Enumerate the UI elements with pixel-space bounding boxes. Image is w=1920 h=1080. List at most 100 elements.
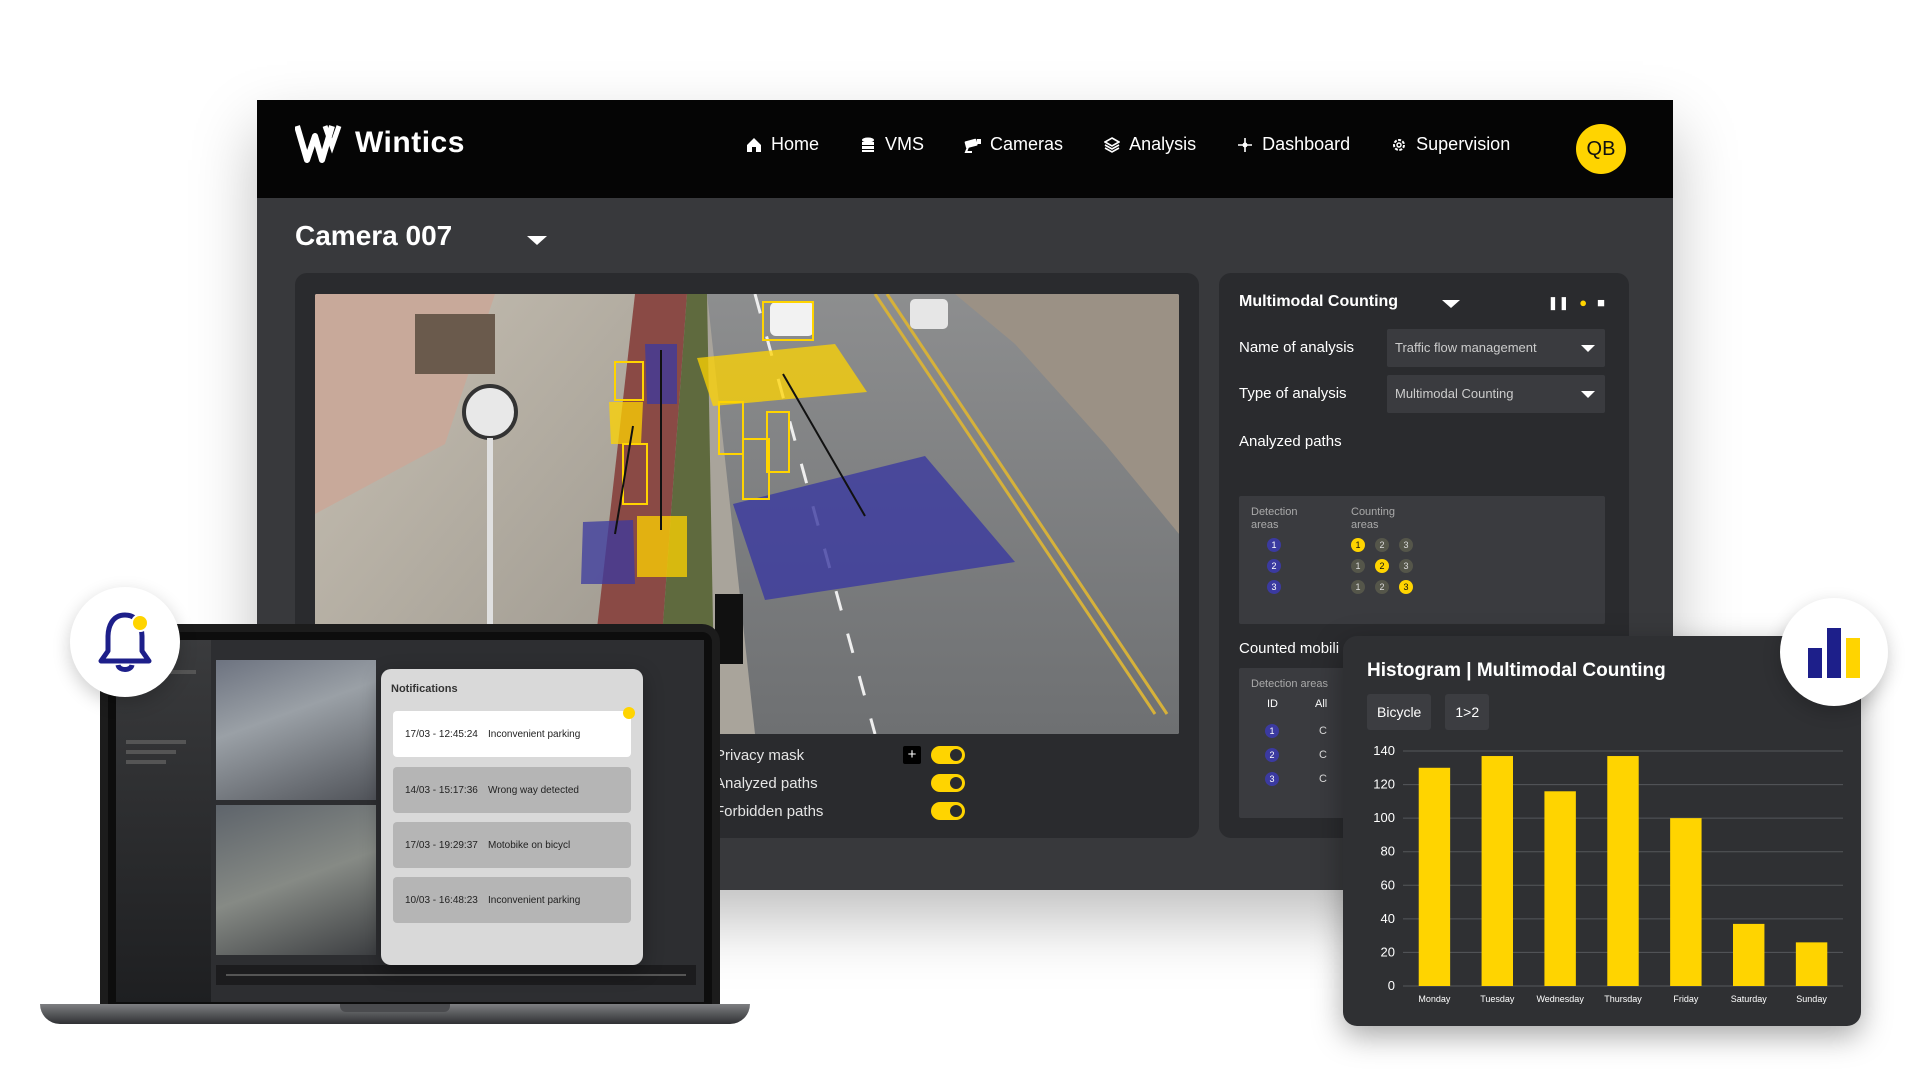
mob-row-value: C bbox=[1319, 725, 1327, 737]
bar-monday[interactable] bbox=[1418, 767, 1451, 986]
bell-icon bbox=[98, 612, 152, 672]
type-of-analysis-label: Type of analysis bbox=[1239, 385, 1347, 402]
nav-dashboard[interactable]: Dashboard bbox=[1236, 134, 1350, 155]
histogram-card: Histogram | Multimodal Counting Bicycle … bbox=[1343, 636, 1861, 1026]
mob-row-id: 2 bbox=[1265, 748, 1279, 762]
counting-area-toggle[interactable]: 2 bbox=[1375, 580, 1389, 594]
y-tick-label: 100 bbox=[1373, 810, 1395, 825]
y-tick-label: 120 bbox=[1373, 777, 1395, 792]
counting-area-toggle[interactable]: 2 bbox=[1375, 538, 1389, 552]
x-tick-label: Saturday bbox=[1731, 994, 1768, 1004]
bar-thursday[interactable] bbox=[1607, 756, 1639, 986]
privacy-mask-toggle[interactable] bbox=[931, 746, 965, 764]
x-tick-label: Friday bbox=[1673, 994, 1699, 1004]
overlay-toggles: Privacy mask + Analyzed paths Forbidden … bbox=[715, 741, 965, 825]
bar-chart-icon bbox=[1808, 628, 1860, 678]
laptop-camera-feed[interactable] bbox=[216, 660, 376, 800]
forbidden-paths-toggle[interactable] bbox=[931, 802, 965, 820]
database-icon bbox=[859, 136, 877, 154]
nav-analysis[interactable]: Analysis bbox=[1103, 134, 1196, 155]
main-nav: Home VMS Cameras Analysis Dashboard Supe… bbox=[745, 134, 1510, 155]
analyzed-paths-toggle[interactable] bbox=[931, 774, 965, 792]
laptop-notch bbox=[340, 1004, 450, 1012]
notification-time: 17/03 - 12:45:24 bbox=[405, 728, 478, 740]
dashboard-icon bbox=[1236, 136, 1254, 154]
chevron-down-icon bbox=[1581, 391, 1595, 398]
camera-icon bbox=[964, 136, 982, 154]
notification-time: 17/03 - 19:29:37 bbox=[405, 839, 478, 851]
histogram-chart: 0 20 40 60 80 100 120 140 Monday Tuesday Wednesday… bbox=[1373, 743, 1843, 1004]
brand-name: Wintics bbox=[355, 126, 465, 159]
detection-area-id[interactable]: 1 bbox=[1267, 538, 1281, 552]
nav-supervision[interactable]: Supervision bbox=[1390, 134, 1510, 155]
y-tick-label: 40 bbox=[1381, 911, 1395, 926]
counting-area-toggle[interactable]: 3 bbox=[1399, 538, 1413, 552]
chart-badge bbox=[1780, 598, 1888, 706]
layers-icon bbox=[1103, 136, 1121, 154]
nav-home-label: Home bbox=[771, 134, 820, 154]
analyzed-paths-label: Analyzed paths bbox=[1239, 433, 1342, 450]
y-tick-label: 0 bbox=[1388, 978, 1395, 993]
bar-friday[interactable] bbox=[1670, 818, 1702, 986]
notification-message: Inconvenient parking bbox=[488, 728, 581, 740]
counting-area-toggle[interactable]: 2 bbox=[1375, 559, 1389, 573]
y-tick-label: 80 bbox=[1381, 844, 1395, 859]
nav-vms-label: VMS bbox=[885, 134, 925, 154]
detection-area-id[interactable]: 3 bbox=[1267, 580, 1281, 594]
y-tick-label: 20 bbox=[1381, 944, 1395, 959]
notification-message: Inconvenient parking bbox=[488, 894, 581, 906]
nav-dashboard-label: Dashboard bbox=[1262, 134, 1351, 154]
filter-bicycle[interactable]: Bicycle bbox=[1367, 694, 1432, 730]
x-tick-label: Sunday bbox=[1796, 994, 1827, 1004]
pause-icon[interactable]: ❚❚ bbox=[1547, 295, 1569, 311]
name-of-analysis-select[interactable]: Traffic flow management bbox=[1387, 329, 1605, 367]
notification-item[interactable]: 17/03 - 19:29:37 Motobike on bicycl bbox=[393, 822, 631, 868]
brand-logo[interactable]: Wintics bbox=[295, 118, 465, 168]
notification-message: Motobike on bicycl bbox=[488, 839, 571, 851]
laptop-camera-feed[interactable] bbox=[216, 805, 376, 955]
counting-area-toggle[interactable]: 1 bbox=[1351, 580, 1365, 594]
histogram-title: Histogram | Multimodal Counting bbox=[1367, 660, 1666, 681]
filter-path[interactable]: 1>2 bbox=[1445, 694, 1490, 730]
analysis-dropdown-icon[interactable] bbox=[1442, 300, 1460, 308]
unread-indicator bbox=[623, 707, 635, 719]
x-tick-label: Monday bbox=[1418, 994, 1451, 1004]
bar-saturday[interactable] bbox=[1733, 923, 1765, 986]
nav-home[interactable]: Home bbox=[745, 134, 819, 155]
counting-area-toggle[interactable]: 3 bbox=[1399, 580, 1413, 594]
home-icon bbox=[745, 136, 763, 154]
laptop-timeline[interactable] bbox=[226, 974, 686, 976]
alert-bell-icon[interactable]: ● bbox=[1579, 295, 1587, 311]
counting-area-toggle[interactable]: 3 bbox=[1399, 559, 1413, 573]
notification-item[interactable]: 10/03 - 16:48:23 Inconvenient parking bbox=[393, 877, 631, 923]
nav-vms[interactable]: VMS bbox=[859, 134, 924, 155]
user-avatar[interactable]: QB bbox=[1576, 124, 1626, 174]
mob-col-all: All bbox=[1315, 698, 1328, 710]
nav-supervision-label: Supervision bbox=[1416, 134, 1511, 154]
counting-areas-header: Counting areas bbox=[1351, 506, 1396, 531]
camera-dropdown-icon[interactable] bbox=[527, 236, 547, 245]
type-of-analysis-select[interactable]: Multimodal Counting bbox=[1387, 375, 1605, 413]
y-tick-label: 140 bbox=[1373, 743, 1395, 758]
counting-area-toggle[interactable]: 1 bbox=[1351, 559, 1365, 573]
counting-area-toggle[interactable]: 1 bbox=[1351, 538, 1365, 552]
add-mask-button[interactable]: + bbox=[903, 746, 921, 764]
notification-item[interactable]: 14/03 - 15:17:36 Wrong way detected bbox=[393, 767, 631, 813]
nav-analysis-label: Analysis bbox=[1129, 134, 1197, 154]
notification-item[interactable]: 17/03 - 12:45:24 Inconvenient parking bbox=[393, 707, 635, 757]
analysis-panel-title: Multimodal Counting bbox=[1239, 293, 1399, 310]
notification-badge bbox=[70, 587, 180, 697]
mob-row-value: C bbox=[1319, 773, 1327, 785]
trash-icon[interactable]: ■ bbox=[1597, 295, 1605, 311]
bar-tuesday[interactable] bbox=[1481, 756, 1513, 986]
overlay-privacy-mask: Privacy mask + bbox=[715, 741, 965, 769]
bar-sunday[interactable] bbox=[1795, 942, 1828, 986]
counted-mobilities-label: Counted mobili bbox=[1239, 640, 1340, 657]
type-of-analysis-value: Multimodal Counting bbox=[1395, 386, 1514, 401]
mob-row-id: 1 bbox=[1265, 724, 1279, 738]
detection-area-id[interactable]: 2 bbox=[1267, 559, 1281, 573]
bar-wednesday[interactable] bbox=[1544, 791, 1576, 986]
overlay-analyzed-paths: Analyzed paths bbox=[715, 769, 965, 797]
nav-cameras[interactable]: Cameras bbox=[964, 134, 1063, 155]
gear-icon bbox=[1390, 136, 1408, 154]
